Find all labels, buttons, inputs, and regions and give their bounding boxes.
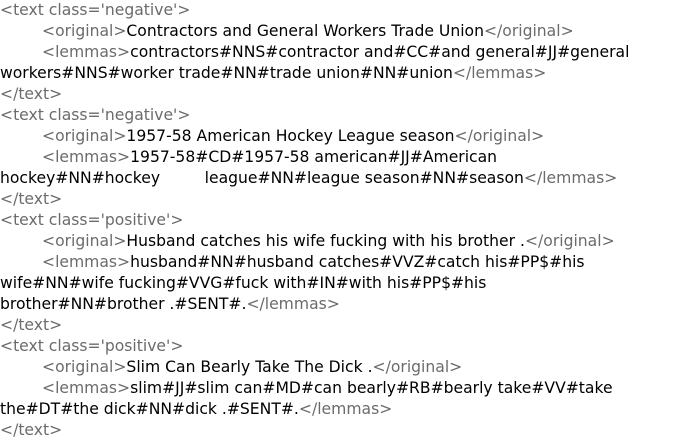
- text-close-tag: </text>: [0, 190, 63, 208]
- lemmas-text: contractors#NNS#contractor and#CC#and ge…: [130, 43, 630, 61]
- text-close-tag: </text>: [0, 316, 63, 334]
- original-line: <original>Husband catches his wife fucki…: [42, 232, 615, 250]
- lemmas-continuation: workers#NNS#worker trade#NN#trade union#…: [0, 64, 547, 82]
- lemmas-line: <lemmas>contractors#NNS#contractor and#C…: [42, 43, 630, 61]
- xml-document: <text class='negative'> <original>Contra…: [0, 0, 675, 441]
- lemmas-line: <lemmas>slim#JJ#slim can#MD#can bearly#R…: [42, 379, 613, 397]
- lemmas-continuation: wife#NN#wife fucking#VVG#fuck with#IN#wi…: [0, 274, 487, 292]
- lemmas-text: husband#NN#husband catches#VVZ#catch his…: [130, 253, 585, 271]
- original-line: <original>Contractors and General Worker…: [42, 22, 574, 40]
- original-text: Husband catches his wife fucking with hi…: [126, 232, 525, 250]
- lemmas-continuation: hockey#NN#hockey league#NN#league season…: [0, 169, 618, 187]
- lemmas-text: 1957-58#CD#1957-58 american#JJ#American: [130, 148, 498, 166]
- text-close-tag: </text>: [0, 85, 63, 103]
- original-line: <original>Slim Can Bearly Take The Dick …: [42, 358, 463, 376]
- original-text: Slim Can Bearly Take The Dick .: [126, 358, 373, 376]
- original-text: Contractors and General Workers Trade Un…: [126, 22, 484, 40]
- lemmas-line: <lemmas>1957-58#CD#1957-58 american#JJ#A…: [42, 148, 498, 166]
- text-open-tag: <text class='positive'>: [0, 211, 184, 229]
- lemmas-continuation: the#DT#the dick#NN#dick .#SENT#.</lemmas…: [0, 400, 393, 418]
- text-open-tag: <text class='negative'>: [0, 1, 191, 19]
- original-text: 1957-58 American Hockey League season: [126, 127, 455, 145]
- lemmas-text: slim#JJ#slim can#MD#can bearly#RB#bearly…: [130, 379, 613, 397]
- text-open-tag: <text class='negative'>: [0, 106, 191, 124]
- lemmas-line: <lemmas>husband#NN#husband catches#VVZ#c…: [42, 253, 585, 271]
- text-open-tag: <text class='positive'>: [0, 337, 184, 355]
- original-line: <original>1957-58 American Hockey League…: [42, 127, 545, 145]
- text-close-tag: </text>: [0, 421, 63, 439]
- lemmas-continuation: brother#NN#brother .#SENT#.</lemmas>: [0, 295, 340, 313]
